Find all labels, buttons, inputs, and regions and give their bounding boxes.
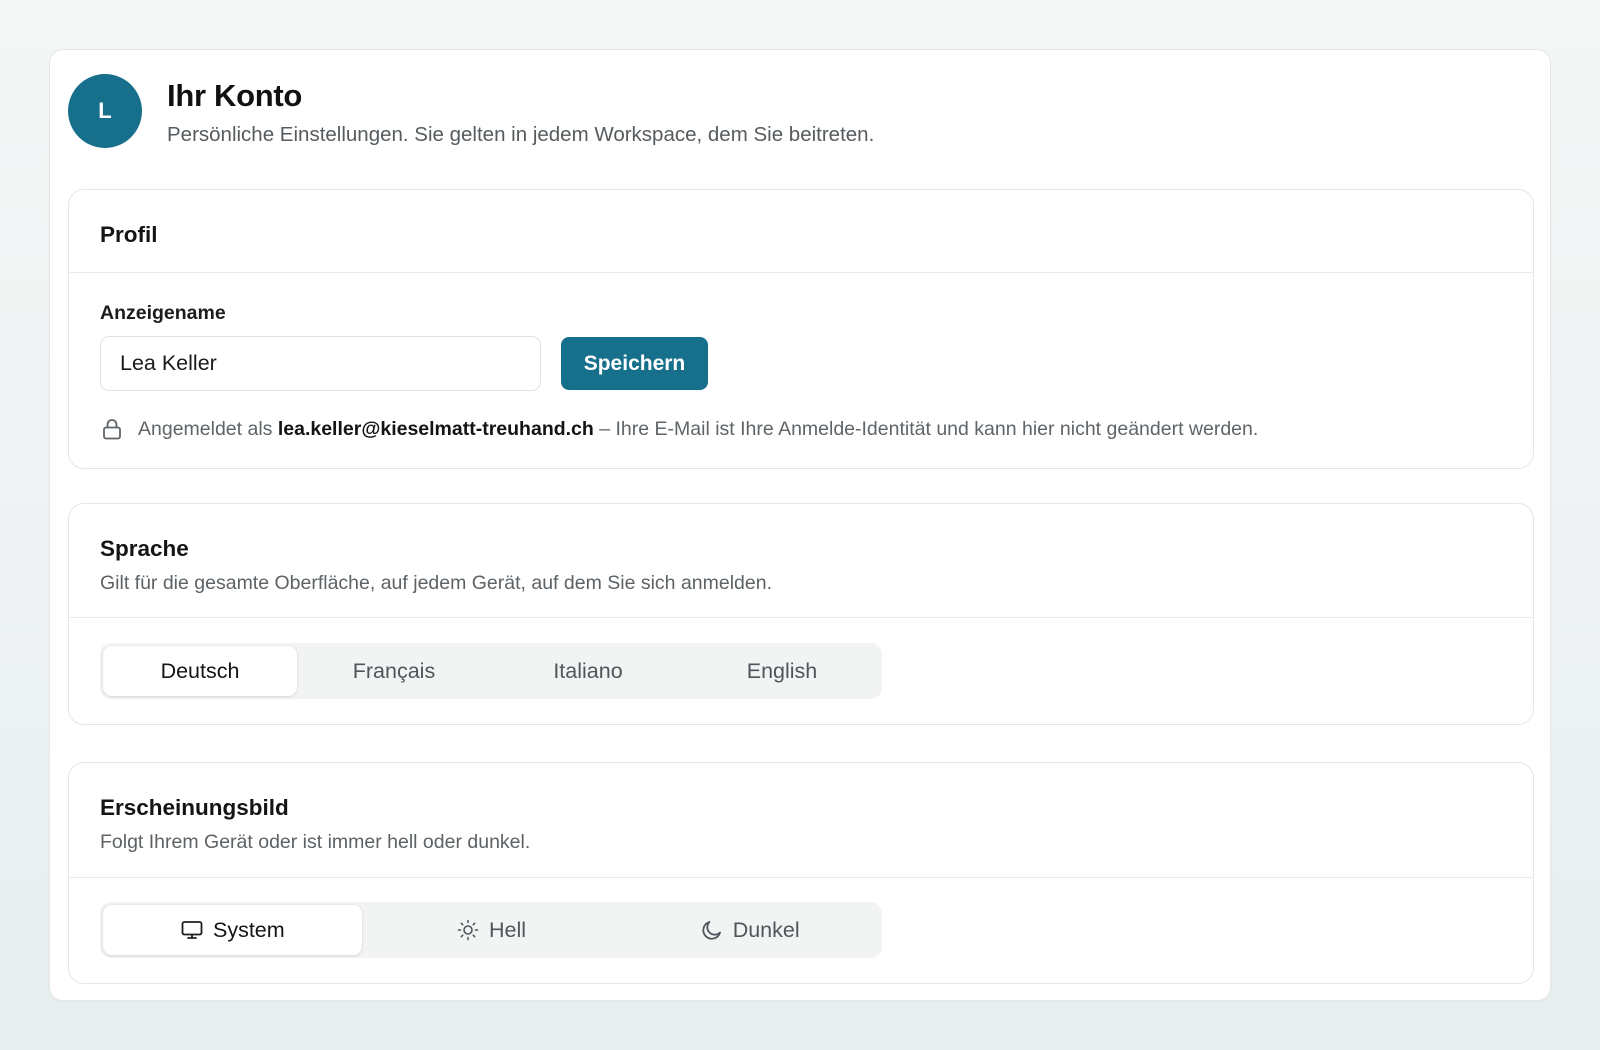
account-panel: L Ihr Konto Persönliche Einstellungen. S… <box>49 49 1551 1001</box>
appearance-card: Erscheinungsbild Folgt Ihrem Gerät oder … <box>68 762 1534 984</box>
appearance-option-dunkel[interactable]: Dunkel <box>620 905 879 955</box>
save-button[interactable]: Speichern <box>561 337 708 390</box>
display-name-input[interactable] <box>100 336 541 391</box>
appearance-description: Folgt Ihrem Gerät oder ist immer hell od… <box>100 831 531 853</box>
appearance-card-header: Erscheinungsbild Folgt Ihrem Gerät oder … <box>69 763 1533 878</box>
language-option-francais[interactable]: Français <box>297 646 491 696</box>
language-card-header: Sprache Gilt für die gesamte Oberfläche,… <box>69 504 1533 618</box>
account-email: lea.keller@kieselmatt-treuhand.ch <box>277 418 594 440</box>
signed-in-note: Angemeldet als lea.keller@kieselmatt-tre… <box>100 416 1502 442</box>
profile-card: Profil Anzeigename Speichern Angemeldet … <box>68 189 1534 469</box>
language-title: Sprache <box>100 536 189 561</box>
language-option-deutsch[interactable]: Deutsch <box>103 646 297 696</box>
appearance-selector: System Hell Dunkel <box>100 902 882 958</box>
account-header: L Ihr Konto Persönliche Einstellungen. S… <box>68 74 874 148</box>
language-card: Sprache Gilt für die gesamte Oberfläche,… <box>68 503 1534 725</box>
page-subtitle: Persönliche Einstellungen. Sie gelten in… <box>167 123 875 146</box>
signed-in-suffix: – Ihre E-Mail ist Ihre Anmelde-Identität… <box>599 418 1259 440</box>
moon-icon <box>702 921 721 940</box>
appearance-option-label: Hell <box>488 917 527 942</box>
language-option-italiano[interactable]: Italiano <box>491 646 685 696</box>
display-name-row: Speichern <box>100 336 1502 391</box>
language-option-english[interactable]: English <box>685 646 879 696</box>
language-selector: Deutsch Français Italiano English <box>100 643 882 699</box>
signed-in-prefix: Angemeldet als <box>138 418 273 440</box>
appearance-option-label: Dunkel <box>732 917 800 942</box>
lock-icon <box>103 419 121 440</box>
monitor-icon <box>181 921 203 939</box>
header-text: Ihr Konto Persönliche Einstellungen. Sie… <box>167 74 874 148</box>
appearance-option-hell[interactable]: Hell <box>362 905 621 955</box>
avatar: L <box>68 74 142 148</box>
profile-card-header: Profil <box>69 190 1533 273</box>
profile-title: Profil <box>100 222 158 247</box>
page-title: Ihr Konto <box>167 78 303 113</box>
appearance-title: Erscheinungsbild <box>100 795 289 820</box>
display-name-label: Anzeigename <box>100 302 226 324</box>
profile-body: Anzeigename Speichern Angemeldet als lea… <box>69 273 1533 442</box>
appearance-option-label: System <box>212 917 285 942</box>
appearance-option-system[interactable]: System <box>103 905 362 955</box>
sun-icon <box>457 919 479 941</box>
language-description: Gilt für die gesamte Oberfläche, auf jed… <box>100 572 773 594</box>
